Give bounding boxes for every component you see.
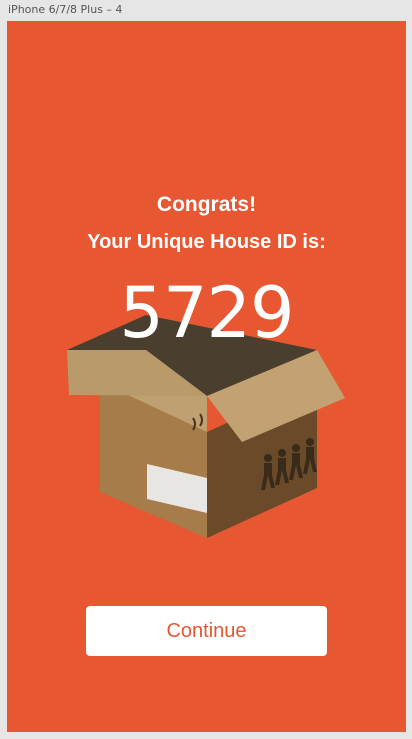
app-screen: Congrats! Your Unique House ID is: 5729 …: [7, 21, 406, 732]
congrats-heading: Congrats!: [156, 193, 257, 216]
artboard-title: iPhone 6/7/8 Plus – 4: [8, 3, 123, 16]
house-id-subtitle: Your Unique House ID is:: [87, 231, 326, 253]
continue-button[interactable]: Continue: [86, 606, 327, 656]
house-id-value: 5729: [119, 272, 294, 354]
